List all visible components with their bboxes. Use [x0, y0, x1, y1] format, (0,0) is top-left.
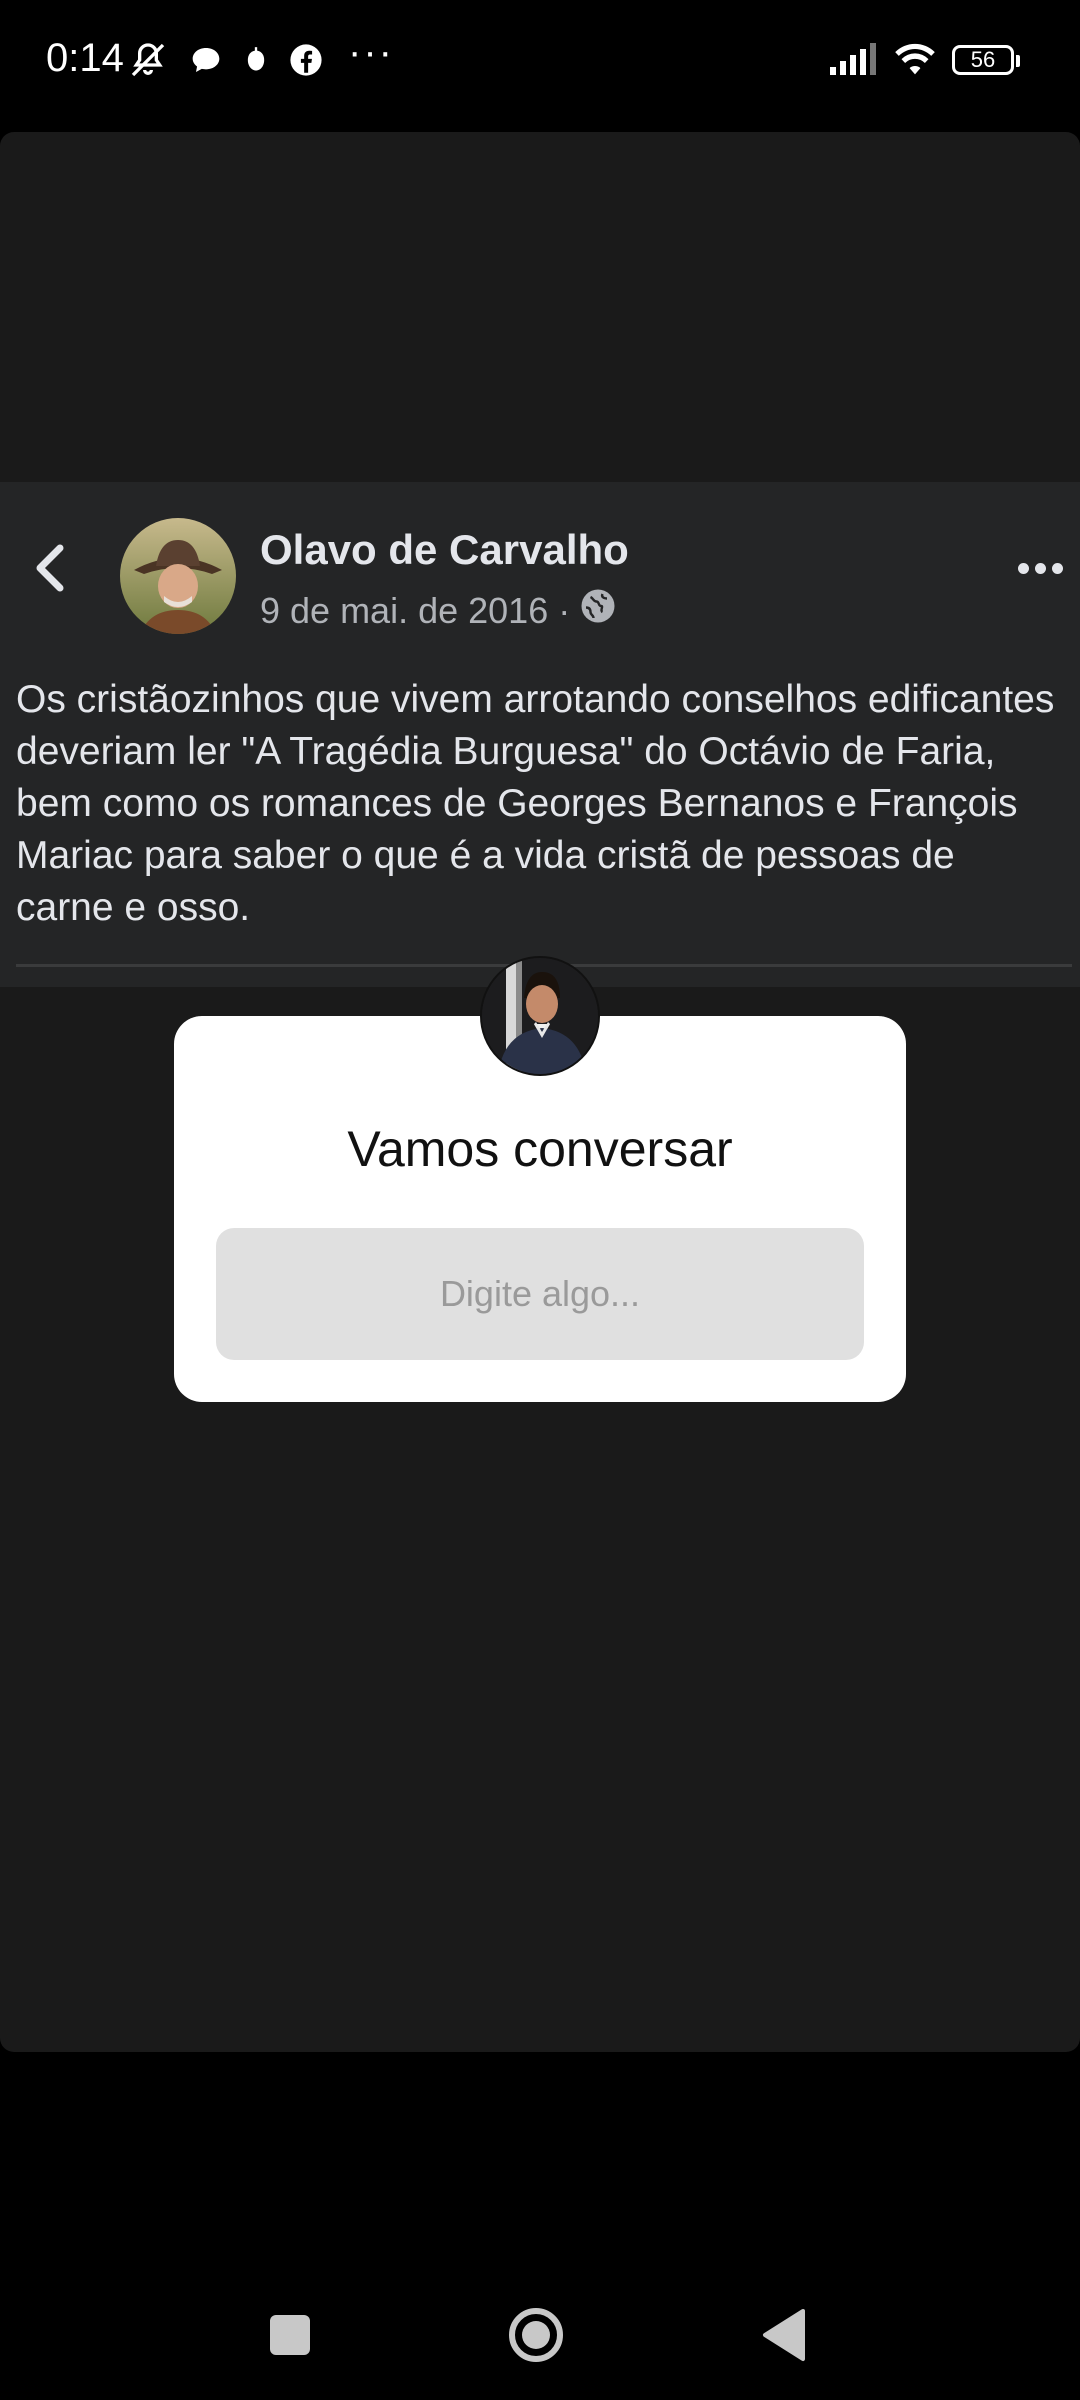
meta-separator: · — [558, 589, 571, 631]
navigation-bar — [0, 2260, 1080, 2400]
chat-contact-avatar — [480, 956, 600, 1076]
dot-icon — [1051, 562, 1063, 574]
back-button[interactable] — [24, 542, 76, 594]
chat-title: Vamos conversar — [347, 1121, 733, 1177]
home-icon — [509, 2308, 563, 2362]
recents-button[interactable] — [250, 2300, 330, 2370]
more-notifications-icon: ··· — [348, 30, 394, 74]
wifi-icon — [890, 40, 940, 80]
recents-icon — [270, 2315, 310, 2355]
post-text: Os cristãozinhos que vivem arrotando con… — [16, 678, 1055, 929]
globe-icon — [580, 588, 616, 633]
message-bubble-icon — [186, 40, 226, 80]
author-name[interactable]: Olavo de Carvalho — [260, 526, 629, 574]
dot-icon — [1034, 562, 1046, 574]
message-input[interactable] — [216, 1228, 864, 1360]
facebook-icon — [286, 40, 326, 80]
dot-icon — [1017, 562, 1029, 574]
home-button[interactable] — [496, 2300, 576, 2370]
status-time: 0:14 — [46, 36, 124, 80]
mute-icon — [128, 40, 168, 80]
back-triangle-icon — [763, 2309, 805, 2361]
battery-indicator: 56 — [952, 45, 1020, 75]
post-meta: 9 de mai. de 2016 · — [260, 588, 616, 633]
more-options-button[interactable] — [1010, 548, 1070, 588]
back-nav-button[interactable] — [744, 2300, 824, 2370]
signal-icon — [826, 40, 880, 80]
status-bar: 0:14 ··· 56 — [0, 0, 1080, 120]
notification-icon — [236, 40, 276, 80]
post-date[interactable]: 9 de mai. de 2016 — [260, 590, 548, 632]
author-avatar[interactable] — [120, 518, 236, 634]
post-card: Olavo de Carvalho 9 de mai. de 2016 · Os… — [0, 482, 1080, 987]
chevron-left-icon — [36, 544, 64, 592]
